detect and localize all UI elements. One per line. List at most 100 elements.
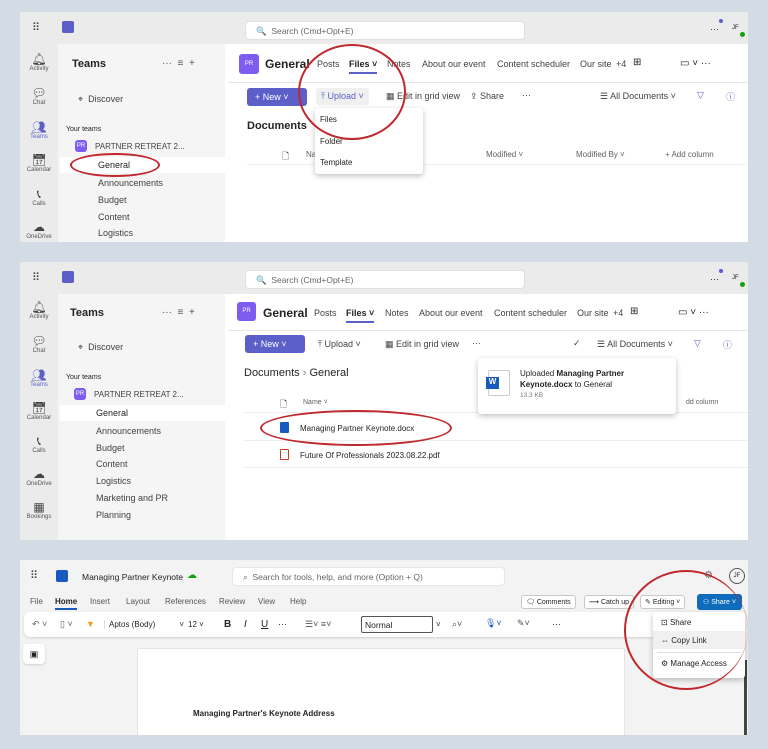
document-page[interactable] <box>137 648 625 735</box>
rail-bookings[interactable]: ▦ Bookings <box>20 500 58 520</box>
channel-marketing[interactable]: Marketing and PR <box>96 493 168 503</box>
rail-calendar[interactable]: 📅︎ Calendar <box>20 153 58 173</box>
rail-calendar[interactable]: 📅︎ Calendar <box>20 401 58 421</box>
tab-content-scheduler[interactable]: Content scheduler <box>494 308 567 318</box>
add-column[interactable]: dd column <box>686 399 718 406</box>
more-actions[interactable]: ··· <box>472 338 481 348</box>
tab-notes[interactable]: Notes <box>385 308 409 318</box>
file-name[interactable]: Future Of Professionals 2023.08.22.pdf <box>300 451 440 460</box>
editor-icon[interactable]: ✎˅ <box>517 618 530 629</box>
rail-calls[interactable]: 📞︎ Calls <box>20 187 58 207</box>
tab-about[interactable]: About our event <box>422 59 486 69</box>
app-launcher-icon[interactable]: ⠿ <box>32 21 40 34</box>
format-painter-icon[interactable]: ▼ <box>86 619 95 629</box>
rail-activity[interactable]: 🔔︎ Activity <box>20 52 58 72</box>
menu-file[interactable]: File <box>30 597 43 606</box>
breadcrumb[interactable]: Documents <box>247 120 307 132</box>
menu-home[interactable]: Home <box>55 597 78 610</box>
menu-help[interactable]: Help <box>290 597 306 606</box>
channel-planning[interactable]: Planning <box>96 510 131 520</box>
menu-review[interactable]: Review <box>219 597 245 606</box>
more-icon[interactable]: ··· <box>710 274 719 284</box>
ribbon-more-icon[interactable]: ··· <box>552 619 561 629</box>
team-name[interactable]: PARTNER RETREAT 2... <box>95 142 185 151</box>
edit-grid-button[interactable]: ▦ Edit in grid view <box>385 339 459 350</box>
meet-icon[interactable]: ▭ ˅ ··· <box>680 58 711 69</box>
style-dropdown-icon[interactable]: ˅ <box>436 620 441 629</box>
channel-content[interactable]: Content <box>98 212 130 222</box>
catch-up-button[interactable]: ⟿ Catch up <box>584 595 635 609</box>
channel-announcements[interactable]: Announcements <box>96 426 161 436</box>
rail-activity[interactable]: 🔔︎ Activity <box>20 300 58 320</box>
view-selector[interactable]: ☰ All Documents ˅ <box>597 339 673 350</box>
app-launcher-icon[interactable]: ⠿ <box>30 569 38 582</box>
tab-content-scheduler[interactable]: Content scheduler <box>497 59 570 69</box>
document-heading[interactable]: Managing Partner's Keynote Address <box>193 709 335 718</box>
add-tab-icon[interactable]: ⊞ <box>630 306 638 317</box>
channel-general[interactable]: General <box>60 405 225 421</box>
tab-more[interactable]: +4 <box>616 59 626 69</box>
dictate-icon[interactable]: 🎙︎˅ <box>485 618 502 629</box>
team-name[interactable]: PARTNER RETREAT 2... <box>94 390 184 399</box>
filter-icon[interactable]: ▽ <box>694 338 701 349</box>
undo-icon[interactable]: ↶ ˅ <box>32 619 47 630</box>
navigation-pane-icon[interactable]: ▣ <box>23 644 45 664</box>
channel-budget[interactable]: Budget <box>98 195 127 205</box>
column-name[interactable]: Name ˅ <box>303 399 328 406</box>
menu-view[interactable]: View <box>258 597 275 606</box>
tab-about[interactable]: About our event <box>419 308 483 318</box>
rail-onedrive[interactable]: ☁︎ OneDrive <box>20 467 58 487</box>
menu-layout[interactable]: Layout <box>126 597 150 606</box>
app-launcher-icon[interactable]: ⠿ <box>32 271 40 284</box>
sidebar-actions[interactable]: ··· ≡ + <box>162 58 195 69</box>
comments-button[interactable]: 🗨 Comments <box>521 595 576 609</box>
rail-teams[interactable]: 👥︎ Teams <box>20 368 58 388</box>
font-name-select[interactable]: Aptos (Body) ˅ <box>104 620 184 629</box>
channel-content[interactable]: Content <box>96 459 128 469</box>
filter-icon[interactable]: ▽ <box>697 90 704 101</box>
style-select[interactable]: Normal <box>361 616 433 633</box>
avatar[interactable]: JF <box>729 568 745 584</box>
menu-references[interactable]: References <box>165 597 206 606</box>
info-icon[interactable]: ⓘ <box>726 90 735 103</box>
discover-link[interactable]: ⌖ Discover <box>78 342 123 353</box>
sidebar-actions[interactable]: ··· ≡ + <box>162 307 195 318</box>
search-input[interactable]: 🔍 Search (Cmd+Opt+E) <box>245 21 525 40</box>
discover-link[interactable]: ⌖ Discover <box>78 94 123 105</box>
file-row[interactable]: Future Of Professionals 2023.08.22.pdf <box>244 442 748 468</box>
menu-insert[interactable]: Insert <box>90 597 110 606</box>
avatar[interactable]: JF <box>732 25 739 31</box>
italic-button[interactable]: I <box>244 619 247 630</box>
find-icon[interactable]: ⌕˅ <box>452 619 462 630</box>
document-title[interactable]: Managing Partner Keynote <box>82 572 183 582</box>
search-input[interactable]: ⌕ Search for tools, help, and more (Opti… <box>232 567 505 586</box>
new-button[interactable]: + New ˅ <box>245 335 305 353</box>
meet-icon[interactable]: ▭ ˅ ··· <box>678 307 709 318</box>
channel-logistics[interactable]: Logistics <box>96 476 131 486</box>
more-format-icon[interactable]: ··· <box>278 619 287 629</box>
tab-files[interactable]: Files ˅ <box>346 308 374 318</box>
search-input[interactable]: 🔍 Search (Cmd+Opt+E) <box>245 270 525 289</box>
breadcrumb-general[interactable]: General <box>309 367 348 379</box>
channel-logistics[interactable]: Logistics <box>98 228 133 238</box>
info-icon[interactable]: ⓘ <box>723 338 732 351</box>
avatar[interactable]: JF <box>732 275 739 281</box>
more-actions[interactable]: ··· <box>522 90 531 100</box>
rail-chat[interactable]: 💬︎ Chat <box>20 86 58 106</box>
bold-button[interactable]: B <box>224 619 231 630</box>
upload-button[interactable]: ⤒ Upload ˅ <box>318 339 361 350</box>
bullets-icon[interactable]: ☰˅ ≡˅ <box>305 619 331 630</box>
channel-announcements[interactable]: Announcements <box>98 178 163 188</box>
rail-onedrive[interactable]: ☁︎ OneDrive <box>20 220 58 240</box>
column-modified[interactable]: Modified ˅ <box>486 150 523 159</box>
rail-calls[interactable]: 📞︎ Calls <box>20 434 58 454</box>
tab-our-site[interactable]: Our site <box>577 308 609 318</box>
rail-chat[interactable]: 💬︎ Chat <box>20 334 58 354</box>
add-tab-icon[interactable]: ⊞ <box>633 57 641 68</box>
view-selector[interactable]: ☰ All Documents ˅ <box>600 91 676 102</box>
underline-button[interactable]: U <box>261 619 268 630</box>
tab-our-site[interactable]: Our site <box>580 59 612 69</box>
add-column[interactable]: + Add column <box>665 150 714 159</box>
share-button[interactable]: ⇪ Share <box>470 91 504 102</box>
rail-teams[interactable]: 👥︎ Teams <box>20 120 58 140</box>
